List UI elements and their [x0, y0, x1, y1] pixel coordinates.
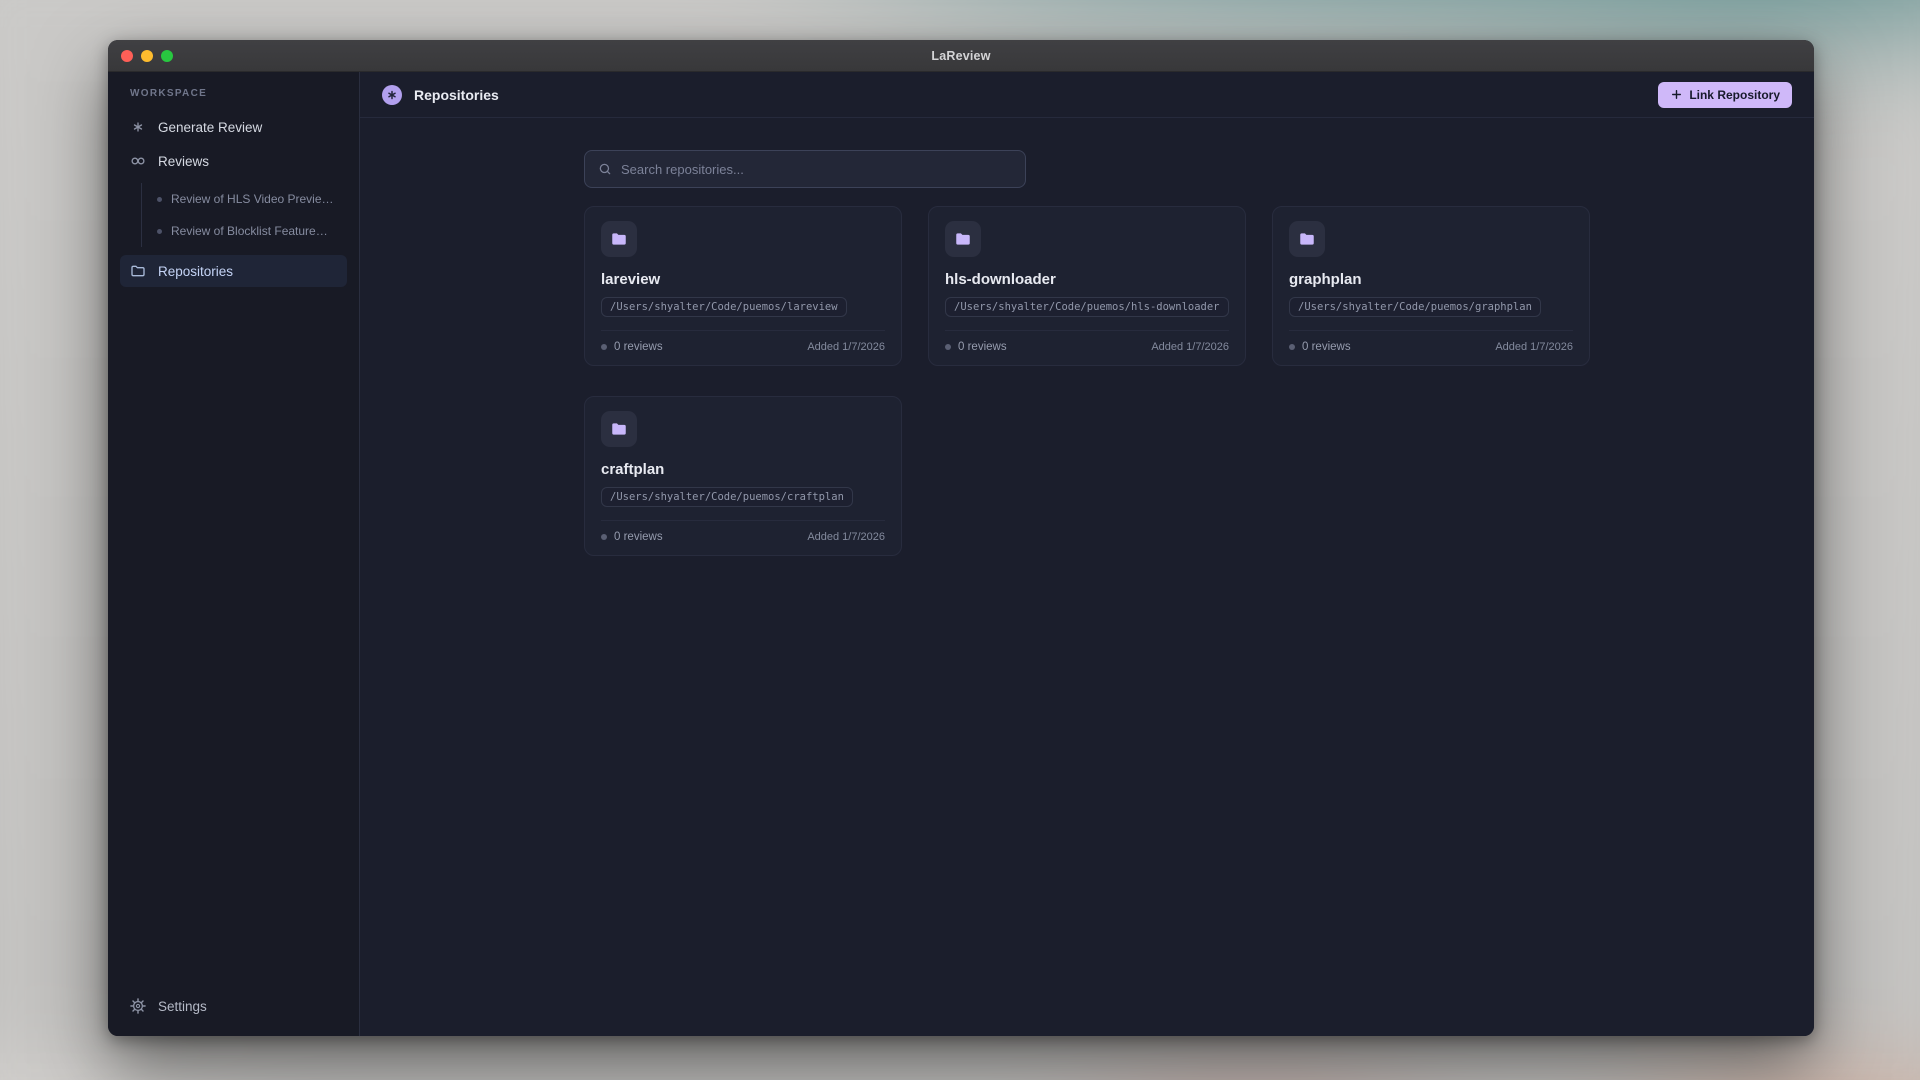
sidebar-subitem-label: Review of HLS Video Previe… — [171, 192, 334, 206]
repository-card[interactable]: graphplan /Users/shyalter/Code/puemos/gr… — [1272, 206, 1590, 366]
repository-path: /Users/shyalter/Code/puemos/hls-download… — [945, 297, 1229, 317]
review-count: 0 reviews — [601, 341, 663, 353]
app-window: LaReview WORKSPACE Generate Review Revie… — [108, 40, 1814, 1036]
plus-icon — [1670, 88, 1683, 101]
card-divider — [945, 330, 1229, 331]
minimize-window-button[interactable] — [141, 50, 153, 62]
sidebar-item-label: Reviews — [158, 154, 209, 169]
workspace-section-label: WORKSPACE — [120, 86, 347, 111]
zoom-window-button[interactable] — [161, 50, 173, 62]
review-count: 0 reviews — [945, 341, 1007, 353]
added-date: Added 1/7/2026 — [1495, 341, 1573, 353]
link-repository-button[interactable]: Link Repository — [1658, 82, 1792, 108]
repository-path: /Users/shyalter/Code/puemos/craftplan — [601, 487, 853, 507]
card-divider — [601, 520, 885, 521]
folder-icon — [1289, 221, 1325, 257]
folder-icon — [601, 221, 637, 257]
main-panel: Repositories Link Repository — [360, 72, 1814, 1036]
review-count: 0 reviews — [1289, 341, 1351, 353]
added-date: Added 1/7/2026 — [807, 341, 885, 353]
repository-name: hls-downloader — [945, 271, 1229, 288]
status-dot-icon — [1289, 344, 1295, 350]
traffic-lights — [121, 40, 173, 71]
repository-search[interactable] — [584, 150, 1026, 188]
card-divider — [601, 330, 885, 331]
sidebar: WORKSPACE Generate Review Reviews — [108, 72, 360, 1036]
window-title: LaReview — [931, 49, 990, 63]
desktop: LaReview WORKSPACE Generate Review Revie… — [0, 0, 1920, 1080]
sidebar-subitem-review-hls[interactable]: Review of HLS Video Previe… — [142, 183, 347, 215]
gear-icon — [130, 998, 146, 1014]
repository-grid: lareview /Users/shyalter/Code/puemos/lar… — [584, 206, 1590, 556]
repository-name: craftplan — [601, 461, 885, 478]
content-area: lareview /Users/shyalter/Code/puemos/lar… — [360, 118, 1814, 1036]
status-dot-icon — [945, 344, 951, 350]
folder-icon — [945, 221, 981, 257]
app-body: WORKSPACE Generate Review Reviews — [108, 72, 1814, 1036]
repository-card[interactable]: craftplan /Users/shyalter/Code/puemos/cr… — [584, 396, 902, 556]
card-divider — [1289, 330, 1573, 331]
page-title: Repositories — [414, 87, 499, 103]
sidebar-item-generate-review[interactable]: Generate Review — [120, 111, 347, 143]
close-window-button[interactable] — [121, 50, 133, 62]
status-dot-icon — [601, 344, 607, 350]
status-dot-icon — [601, 534, 607, 540]
sidebar-item-label: Generate Review — [158, 120, 262, 135]
repository-path: /Users/shyalter/Code/puemos/graphplan — [1289, 297, 1541, 317]
review-count: 0 reviews — [601, 531, 663, 543]
added-date: Added 1/7/2026 — [1151, 341, 1229, 353]
repository-name: graphplan — [1289, 271, 1573, 288]
repository-name: lareview — [601, 271, 885, 288]
sidebar-item-settings[interactable]: Settings — [120, 990, 347, 1022]
repository-path: /Users/shyalter/Code/puemos/lareview — [601, 297, 847, 317]
bullet-dot-icon — [157, 197, 162, 202]
folder-icon — [130, 263, 146, 279]
search-input[interactable] — [621, 162, 1012, 177]
repository-card[interactable]: lareview /Users/shyalter/Code/puemos/lar… — [584, 206, 902, 366]
reviews-sub-list: Review of HLS Video Previe… Review of Bl… — [141, 183, 347, 247]
window-titlebar[interactable]: LaReview — [108, 40, 1814, 72]
bullet-dot-icon — [157, 229, 162, 234]
page-header: Repositories Link Repository — [360, 72, 1814, 118]
glasses-icon — [130, 153, 146, 169]
sidebar-item-repositories[interactable]: Repositories — [120, 255, 347, 287]
repositories-badge-icon — [382, 85, 402, 105]
sidebar-subitem-label: Review of Blocklist Feature… — [171, 224, 328, 238]
sidebar-item-label: Settings — [158, 999, 207, 1014]
sidebar-item-label: Repositories — [158, 264, 233, 279]
sidebar-spacer — [120, 289, 347, 990]
search-icon — [598, 162, 612, 176]
repository-card[interactable]: hls-downloader /Users/shyalter/Code/puem… — [928, 206, 1246, 366]
sidebar-subitem-review-blocklist[interactable]: Review of Blocklist Feature… — [142, 215, 347, 247]
added-date: Added 1/7/2026 — [807, 531, 885, 543]
folder-icon — [601, 411, 637, 447]
sidebar-item-reviews[interactable]: Reviews — [120, 145, 347, 177]
link-repository-button-label: Link Repository — [1689, 88, 1780, 102]
asterisk-icon — [130, 119, 146, 135]
